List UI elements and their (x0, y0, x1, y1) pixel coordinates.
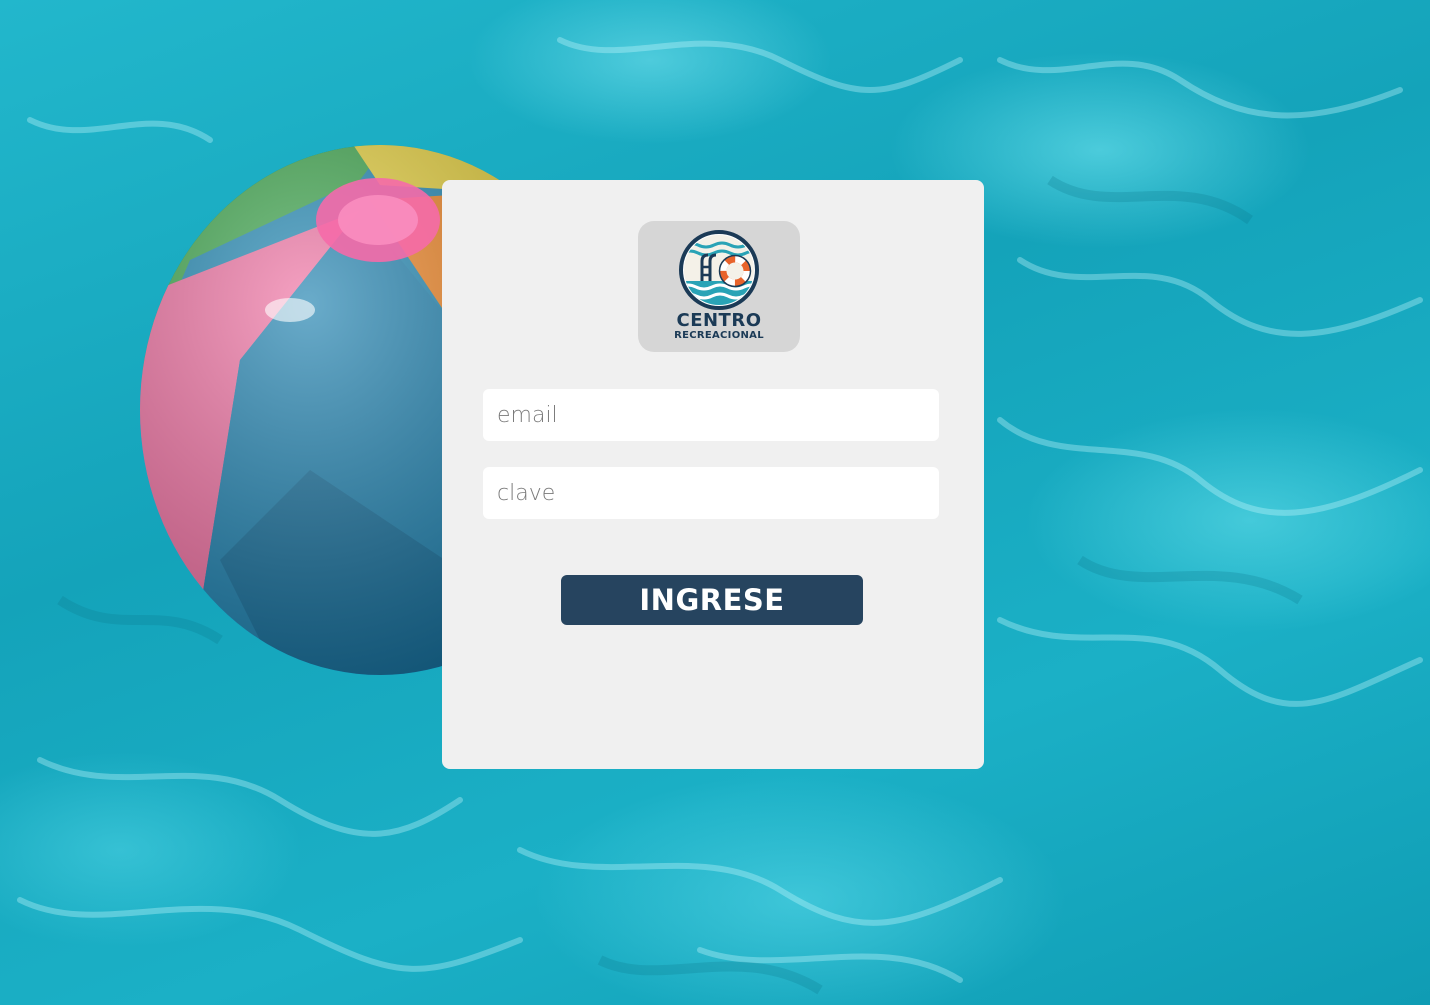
logo-title: CENTRO (676, 310, 762, 331)
pool-lifebuoy-icon (679, 230, 759, 310)
email-input[interactable] (483, 389, 939, 441)
logo-subtitle: RECREACIONAL (674, 330, 764, 341)
login-card: CENTRO RECREACIONAL INGRESE (442, 180, 984, 769)
login-button[interactable]: INGRESE (561, 575, 863, 625)
logo: CENTRO RECREACIONAL (638, 221, 800, 352)
password-input[interactable] (483, 467, 939, 519)
